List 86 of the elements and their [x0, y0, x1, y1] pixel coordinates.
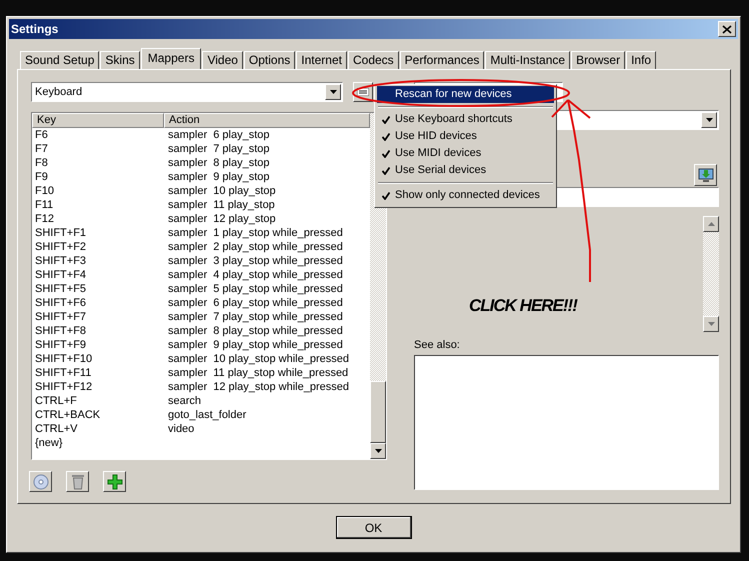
menu-item[interactable]: Use MIDI devices [377, 145, 554, 162]
action-cell-text: goto_last_folder [167, 408, 246, 422]
key-cell-text: SHIFT+F1 [34, 226, 88, 240]
action-cell-text: sampler 7 play_stop [167, 142, 270, 156]
action-cell-text: sampler 3 play_stop while_pressed [167, 254, 343, 268]
key-cell-text: F12 [34, 212, 55, 226]
action-cell-text: sampler 7 play_stop while_pressed [167, 310, 343, 324]
action-cell-text: sampler 6 play_stop [167, 128, 270, 142]
menu-item[interactable]: Rescan for new devices [377, 86, 554, 103]
action-cell-text: sampler 11 play_stop while_pressed [167, 366, 348, 380]
key-cell-text: F9 [34, 170, 49, 184]
close-icon [722, 24, 732, 34]
scrollbar-thumb[interactable] [370, 381, 386, 443]
action-cell-text: sampler 6 play_stop while_pressed [167, 296, 343, 310]
menu-item[interactable]: Show only connected devices [377, 187, 554, 204]
tab[interactable]: Multi-Instance [485, 51, 570, 69]
menu-item[interactable]: Use Keyboard shortcuts [377, 111, 554, 128]
tab[interactable]: Mappers [140, 48, 202, 69]
plus-icon [106, 474, 122, 490]
key-cell-text: F11 [34, 198, 54, 212]
action-cell-text: sampler 2 play_stop while_pressed [167, 240, 343, 254]
dropdown-arrow-icon [706, 118, 712, 122]
disc-icon [32, 474, 48, 490]
action-cell-text: sampler 9 play_stop while_pressed [167, 338, 343, 352]
key-cell-text: SHIFT+F11 [34, 366, 92, 380]
key-cell-text: SHIFT+F9 [34, 338, 88, 352]
action-cell-text: search [167, 394, 202, 408]
tab[interactable]: Sound Setup [20, 51, 100, 69]
tab[interactable]: Browser [571, 51, 626, 69]
window-title: Settings [11, 22, 58, 36]
refresh-button[interactable] [29, 471, 52, 492]
key-cell-text: F6 [34, 128, 49, 142]
key-cell-text: SHIFT+F10 [34, 352, 94, 366]
key-cell-text: CTRL+BACK [34, 408, 102, 422]
action-cell-text: sampler 11 play_stop [167, 198, 275, 212]
ok-button[interactable]: OK [336, 516, 412, 539]
action-cell-text: sampler 1 play_stop while_pressed [167, 226, 343, 240]
tab[interactable]: Options [244, 51, 296, 69]
tab[interactable]: Performances [400, 51, 484, 69]
up-arrow-icon [708, 222, 714, 226]
key-cell-text: SHIFT+F2 [34, 240, 88, 254]
action-cell-text: sampler 9 play_stop [167, 170, 270, 184]
scrollbar[interactable] [703, 216, 719, 332]
mapper-dropdown[interactable]: Keyboard [31, 82, 343, 102]
action-cell-text: video [167, 422, 194, 436]
key-cell-text: SHIFT+F8 [34, 324, 88, 338]
action-cell-text: sampler 5 play_stop while_pressed [167, 282, 343, 296]
down-arrow-icon [708, 322, 714, 326]
tab[interactable]: Video [202, 51, 243, 69]
action-cell-text: sampler 10 play_stop while_pressed [167, 352, 349, 366]
tab[interactable]: Info [626, 51, 656, 69]
delete-button[interactable] [66, 471, 89, 492]
close-button[interactable] [718, 21, 736, 37]
key-cell-text: SHIFT+F6 [34, 296, 88, 310]
key-cell-text: CTRL+V [34, 422, 78, 436]
tab[interactable]: Internet [296, 51, 347, 69]
action-cell-text: sampler 4 play_stop while_pressed [167, 268, 343, 282]
key-cell-text: CTRL+F [34, 394, 78, 408]
action-cell-text: sampler 12 play_stop [167, 212, 276, 226]
key-cell-text: SHIFT+F4 [34, 268, 88, 282]
key-cell-text: F8 [34, 156, 49, 170]
action-cell-text: sampler 8 play_stop [167, 156, 270, 170]
column-header[interactable]: Key [32, 113, 164, 128]
key-cell-text: F7 [34, 142, 49, 156]
key-cell-text: SHIFT+F7 [34, 310, 88, 324]
annotation-text: CLICK HERE!!! [469, 296, 577, 316]
key-cell-text: F10 [34, 184, 55, 198]
action-cell-text: sampler 8 play_stop while_pressed [167, 324, 343, 338]
monitor-download-icon [698, 167, 714, 183]
key-cell-text: SHIFT+F3 [34, 254, 88, 268]
action-cell-text: sampler 10 play_stop [167, 184, 276, 198]
menu-item[interactable]: Use HID devices [377, 128, 554, 145]
down-arrow-icon [374, 449, 382, 453]
tab[interactable]: Skins [100, 51, 140, 69]
key-cell-text: SHIFT+F12 [34, 380, 94, 394]
see-also-label: See also: [414, 338, 461, 352]
dropdown-arrow-icon [330, 90, 336, 94]
action-cell-text: sampler 12 play_stop while_pressed [167, 380, 349, 394]
key-cell-text: {new} [34, 436, 64, 450]
tab[interactable]: Codecs [348, 51, 399, 69]
key-cell-text: SHIFT+F5 [34, 282, 88, 296]
learn-button[interactable] [694, 164, 717, 186]
column-header[interactable]: Action [164, 113, 370, 128]
add-button[interactable] [103, 471, 126, 492]
menu-item[interactable]: Use Serial devices [377, 162, 554, 179]
trash-icon [72, 474, 84, 490]
